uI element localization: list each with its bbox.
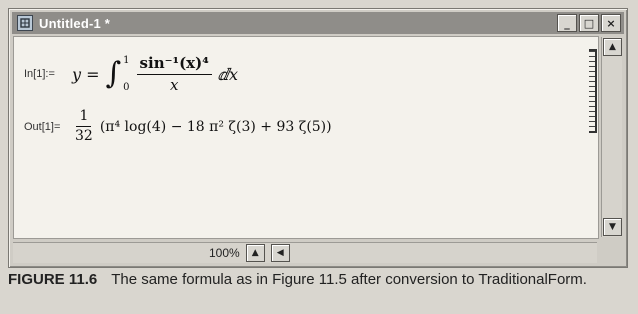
scroll-left-button[interactable]: ◀ [270,244,290,262]
vertical-scrollbar[interactable]: ▲ ▼ [601,37,622,237]
maximize-button[interactable]: □ [579,14,599,32]
input-cell[interactable]: In[1]:= y = ∫ 1 0 sin⁻¹(x)⁴ x ⅆx [24,55,238,93]
notebook-window: Untitled-1 * _ □ × In[1]:= y = ∫ 1 0 sin… [8,8,628,268]
scroll-up-button[interactable]: ▲ [603,38,622,56]
notebook-content[interactable]: In[1]:= y = ∫ 1 0 sin⁻¹(x)⁴ x ⅆx Out[1]=… [13,36,599,239]
integral-sign-icon: ∫ [105,56,122,91]
integral-lhs: y = [72,64,100,84]
caption-text: The same formula as in Figure 11.5 after… [111,271,587,288]
figure-caption: FIGURE 11.6 The same formula as in Figure… [8,270,628,289]
integral-lower-limit: 0 [123,82,130,93]
coefficient-denominator: 32 [75,128,93,145]
maximize-icon: □ [583,16,595,30]
window-title: Untitled-1 * [39,15,111,31]
minimize-icon: _ [564,16,570,30]
figure-number: FIGURE 11.6 [8,271,98,288]
horizontal-scrollbar[interactable]: 100% ▲ ◀ [13,242,597,263]
close-button[interactable]: × [601,14,621,32]
notebook-icon [17,15,33,31]
cell-bracket[interactable] [589,49,597,133]
zoom-menu-button[interactable]: ▲ [245,244,265,262]
arrow-left-icon: ◀ [276,248,284,258]
minimize-button[interactable]: _ [557,14,577,32]
close-icon: × [606,16,616,30]
input-label: In[1]:= [24,68,55,80]
integral-upper-limit: 1 [123,55,130,66]
zoom-level[interactable]: 100% [209,246,240,260]
title-bar[interactable]: Untitled-1 * _ □ × [12,12,624,34]
output-expression: (π⁴ log(4) − 18 π² ζ(3) + 93 ζ(5)) [99,118,332,135]
coefficient-numerator: 1 [76,108,92,128]
output-cell[interactable]: Out[1]= 1 32 (π⁴ log(4) − 18 π² ζ(3) + 9… [24,108,332,145]
integrand-numerator: sin⁻¹(x)⁴ [136,55,212,75]
integrand-denominator: x [169,75,179,94]
resize-grip-icon[interactable] [605,245,623,263]
scroll-down-button[interactable]: ▼ [603,218,622,236]
arrow-up-icon: ▲ [609,42,616,52]
output-label: Out[1]= [24,120,61,133]
arrow-down-icon: ▼ [609,222,616,232]
differential: ⅆx [217,64,239,84]
triangle-up-icon: ▲ [251,248,259,258]
